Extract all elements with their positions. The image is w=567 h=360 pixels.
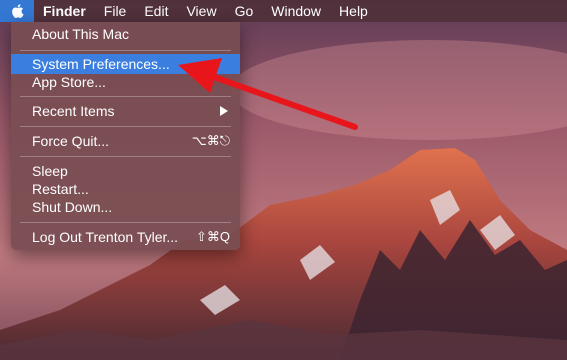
menu-file[interactable]: File (95, 0, 136, 22)
menu-item-label: Sleep (32, 163, 68, 179)
menu-item-system-preferences[interactable]: System Preferences... (11, 54, 240, 74)
triangle-right-icon (220, 106, 228, 116)
shortcut-label: ⌥⌘⎋ (191, 133, 230, 148)
menu-finder[interactable]: Finder (34, 0, 95, 22)
menu-item-log-out[interactable]: Log Out Trenton Tyler... ⇧⌘Q (11, 227, 240, 247)
menu-item-force-quit[interactable]: Force Quit... ⌥⌘⎋ (11, 131, 240, 151)
menu-item-sleep[interactable]: Sleep (11, 161, 240, 181)
menu-item-label: Force Quit... (32, 133, 110, 149)
apple-logo-icon (12, 4, 24, 19)
menu-separator (20, 96, 231, 97)
menu-bar: Finder File Edit View Go Window Help (0, 0, 567, 22)
menu-item-about-this-mac[interactable]: About This Mac (11, 24, 240, 44)
menu-item-recent-items[interactable]: Recent Items (11, 101, 240, 121)
menu-item-shut-down[interactable]: Shut Down... (11, 197, 240, 217)
menu-item-app-store[interactable]: App Store... (11, 72, 240, 92)
menu-separator (20, 126, 231, 127)
menu-item-label: Restart... (32, 181, 89, 197)
menu-separator (20, 222, 231, 223)
menu-view[interactable]: View (177, 0, 225, 22)
menu-item-label: Shut Down... (32, 199, 113, 215)
menu-item-label: System Preferences... (32, 56, 170, 72)
menu-separator (20, 50, 231, 51)
menu-item-restart[interactable]: Restart... (11, 179, 240, 199)
menu-window[interactable]: Window (262, 0, 330, 22)
shortcut-label: ⇧⌘Q (195, 229, 230, 244)
menu-item-label: About This Mac (32, 26, 130, 42)
menu-item-label: Log Out Trenton Tyler... (32, 229, 179, 245)
apple-menu-button[interactable] (0, 0, 34, 22)
menu-separator (20, 156, 231, 157)
menu-item-label: Recent Items (32, 103, 115, 119)
menu-go[interactable]: Go (226, 0, 263, 22)
menu-help[interactable]: Help (330, 0, 377, 22)
menu-edit[interactable]: Edit (135, 0, 177, 22)
menu-item-label: App Store... (32, 74, 106, 90)
apple-menu-dropdown: About This Mac System Preferences... App… (11, 22, 240, 250)
